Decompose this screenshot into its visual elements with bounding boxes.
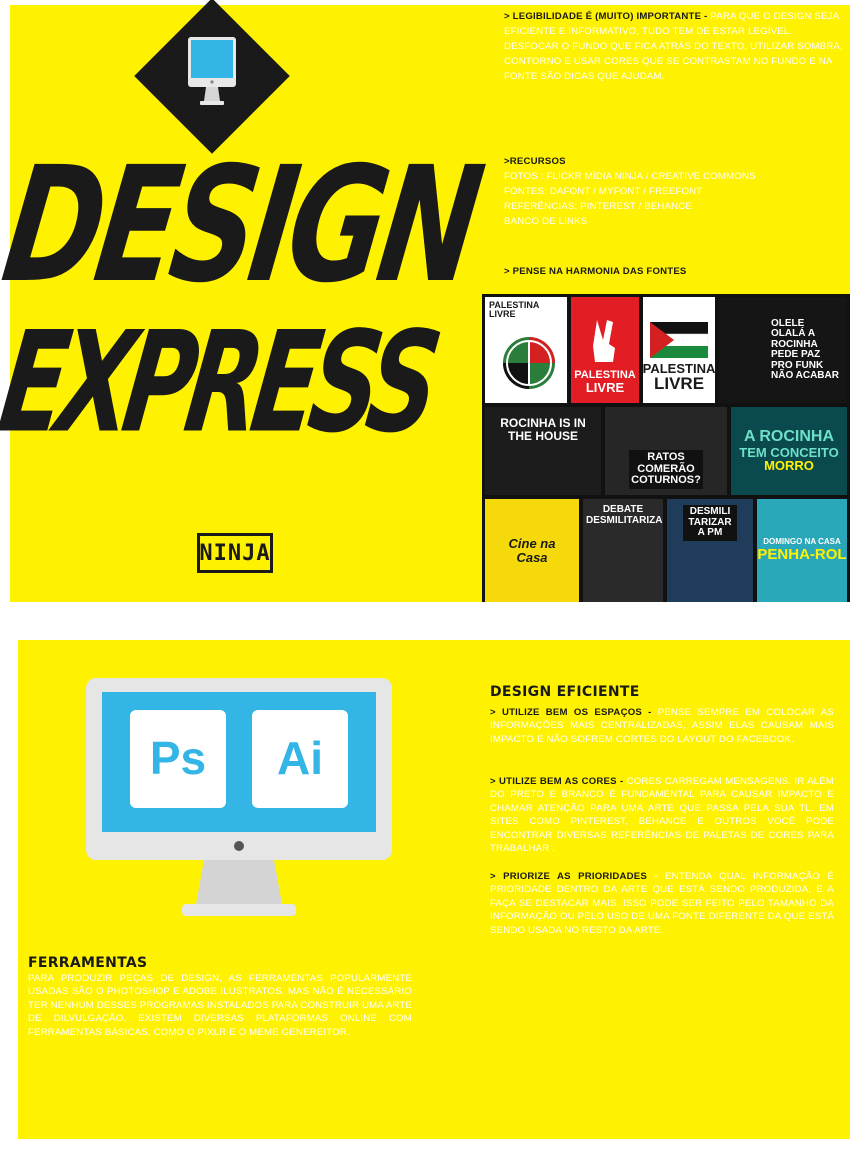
tile-palestina-1: PALESTINA LIVRE	[485, 297, 567, 403]
tile-text: RATOS COMERÃO COTURNOS?	[629, 450, 703, 489]
tile-ratos-coturnos: RATOS COMERÃO COTURNOS?	[605, 407, 727, 495]
colors-heading: > UTILIZE BEM AS CORES -	[490, 776, 627, 787]
tools-panel: Ps Ai FERRAMENTAS PARA PRODUZIR PEÇAS DE…	[18, 640, 850, 1139]
resources-line: FOTOS : FLICKR MÍDIA NINJA / CREATIVE CO…	[504, 171, 756, 182]
spaces-heading: > UTILIZE BEM OS ESPAÇOS -	[490, 707, 658, 718]
legibility-paragraph: > LEGIBILIDADE É (MUITO) IMPORTANTE - PA…	[504, 9, 849, 84]
design-heading: DESIGN EFICIENTE	[490, 684, 640, 700]
tile-palestina-2: PALESTINA LIVRE	[571, 297, 639, 403]
tile-text: PENHA-ROL	[757, 545, 847, 563]
spaces-paragraph: > UTILIZE BEM OS ESPAÇOS - PENSE SEMPRE …	[490, 706, 834, 746]
resources-heading: >RECURSOS	[504, 156, 566, 167]
victory-hand-icon	[593, 319, 615, 362]
tile-text: TEM CONCEITO	[739, 444, 839, 460]
tile-debate: DEBATE DESMILITARIZAÇÃO	[583, 499, 663, 602]
monitor-ps-ai-icon: Ps Ai	[86, 678, 392, 916]
priorities-paragraph: > PRIORIZE AS PRIORIDADES - ENTENDA QUAL…	[490, 870, 834, 937]
title-express: EXPRESS	[0, 301, 442, 464]
colors-paragraph: > UTILIZE BEM AS CORES - CORES CARREGAM …	[490, 775, 834, 855]
palestine-flag-icon	[650, 321, 708, 358]
tile-text: DEBATE DESMILITARIZAÇÃO	[586, 504, 663, 526]
peace-symbol-icon	[503, 337, 555, 389]
design-express-panel: DESIGN EXPRESS NINJA > LEGIBILIDADE É (M…	[0, 0, 850, 602]
title-design: DESIGN	[0, 131, 487, 318]
tile-rocinha-house: ROCINHA IS IN THE HOUSE	[485, 407, 601, 495]
tile-rocinha-conceito: A ROCINHA TEM CONCEITO MORRO	[731, 407, 847, 495]
harmony-heading: > PENSE NA HARMONIA DAS FONTES	[504, 266, 687, 277]
tile-text: MORRO	[764, 458, 814, 474]
tile-text: LIVRE	[585, 380, 625, 396]
tile-penha-rol: DOMINGO NA CASA PENHA-ROL	[757, 499, 847, 602]
tile-text: Cine na Casa	[508, 535, 556, 565]
colors-body: CORES CARREGAM MENSAGENS. IR ALÉM DO PRE…	[490, 776, 834, 855]
resources-section: >RECURSOS FOTOS : FLICKR MÍDIA NINJA / C…	[504, 154, 849, 229]
priorities-heading: > PRIORIZE AS PRIORIDADES	[490, 871, 655, 882]
ai-label: Ai	[277, 732, 323, 784]
resources-line: FONTES: DAFONT / MYFONT / FREEFONT	[504, 186, 703, 197]
resources-line: REFERÊNCIAS: PINTEREST / BEHANCE	[504, 201, 693, 212]
tile-text: A ROCINHA	[743, 427, 835, 445]
ps-label: Ps	[150, 732, 206, 784]
tile-text: ROCINHA IS IN THE HOUSE	[500, 416, 586, 443]
tile-palestina-3: PALESTINA LIVRE	[643, 297, 715, 403]
ninja-logo: NINJA	[197, 533, 273, 573]
tile-text: OLELE OLALÁ A ROCINHA PEDE PAZ PRO FUNK …	[771, 317, 839, 381]
legibility-heading: > LEGIBILIDADE É (MUITO) IMPORTANTE -	[504, 11, 711, 22]
tile-text: PALESTINA	[643, 360, 715, 376]
font-examples-grid: PALESTINA LIVRE PALESTINA LIVRE PALESTIN…	[482, 294, 850, 602]
tile-text: LIVRE	[653, 374, 705, 394]
tile-desmilitarizar: DESMILI TARIZAR A PM	[667, 499, 753, 602]
monitor-icon	[188, 37, 236, 105]
tools-body: PARA PRODUZIR PEÇAS DE DESIGN, AS FERRAM…	[28, 973, 412, 1038]
tile-text: DESMILI TARIZAR A PM	[683, 505, 737, 541]
tile-cine-casa: Cine na Casa	[485, 499, 579, 602]
tile-rocinha-funk: OLELE OLALÁ A ROCINHA PEDE PAZ PRO FUNK …	[719, 297, 847, 403]
tile-text: PALESTINA LIVRE	[489, 300, 540, 320]
resources-line: BANCO DE LINKS	[504, 216, 588, 227]
tools-heading: FERRAMENTAS	[28, 955, 148, 971]
